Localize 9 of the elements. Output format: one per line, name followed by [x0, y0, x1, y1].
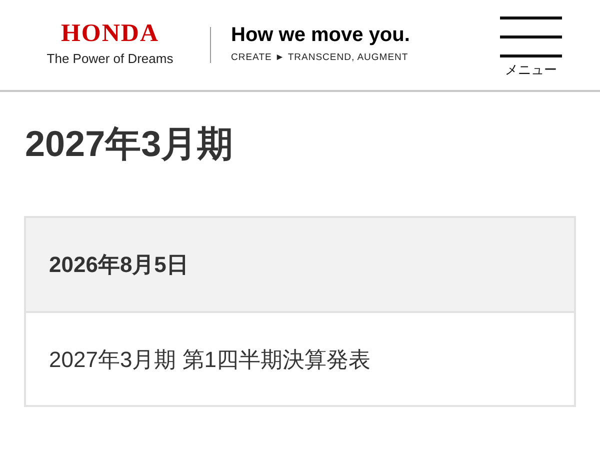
- subtagline: CREATE ► TRANSCEND, AUGMENT: [231, 50, 410, 65]
- event-link[interactable]: 2027年3月期 第1四半期決算発表: [49, 342, 371, 376]
- page-title: 2027年3月期: [25, 126, 234, 162]
- event-date: 2026年8月5日: [49, 251, 188, 279]
- brand-logo[interactable]: HONDA: [60, 21, 160, 46]
- menu-icon: [500, 16, 562, 58]
- menu-button[interactable]: メニュー: [500, 16, 562, 80]
- brand-slogan: The Power of Dreams: [46, 50, 174, 68]
- tagline: How we move you.: [231, 24, 410, 45]
